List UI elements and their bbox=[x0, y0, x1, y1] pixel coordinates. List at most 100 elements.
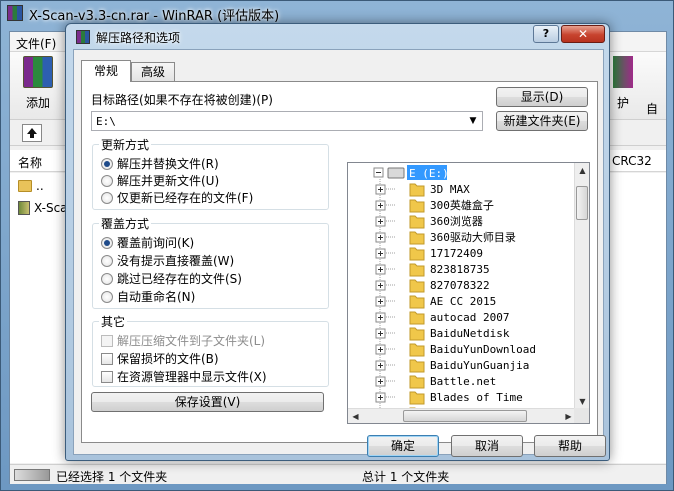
tree-item-label[interactable]: 360浏览器 bbox=[430, 214, 483, 228]
up-folder-button[interactable] bbox=[22, 124, 42, 142]
list-item[interactable]: .. bbox=[18, 177, 44, 195]
dialog-title: 解压路径和选项 bbox=[96, 31, 181, 45]
archive-icon bbox=[18, 201, 30, 215]
column-name[interactable]: 名称 bbox=[18, 154, 42, 171]
dialog-help-button[interactable]: ? bbox=[533, 25, 559, 43]
new-folder-button[interactable]: 新建文件夹(E) bbox=[496, 111, 588, 131]
tree-item-label[interactable]: BaiduYunGuanjia bbox=[430, 359, 529, 372]
radio-button[interactable] bbox=[101, 290, 113, 303]
tree-item-label[interactable]: AE CC 2015 bbox=[430, 295, 496, 308]
tree-item-label[interactable]: BaiduNetdisk bbox=[430, 327, 510, 340]
tree-item-label[interactable]: autocad 2007 bbox=[430, 311, 509, 324]
tree-item-label[interactable]: Battle.net bbox=[430, 375, 496, 388]
option-label: 自动重命名(N) bbox=[117, 290, 196, 304]
protect-button[interactable]: 护 bbox=[610, 56, 636, 116]
checkbox-extract-to-subfolder[interactable]: 解压压缩文件到子文件夹(L) bbox=[101, 332, 265, 349]
vertical-scroll-thumb[interactable] bbox=[576, 186, 588, 220]
option-label: 解压并替换文件(R) bbox=[117, 157, 219, 171]
radio-extract-update[interactable]: 解压并更新文件(U) bbox=[101, 172, 219, 189]
tab-panel-general: 目标路径(如果不存在将被创建)(P) ▼ 显示(D) 新建文件夹(E) 更新方式… bbox=[81, 81, 598, 443]
radio-extract-replace[interactable]: 解压并替换文件(R) bbox=[101, 155, 219, 172]
radio-overwrite-without-prompt[interactable]: 没有提示直接覆盖(W) bbox=[101, 252, 234, 269]
tree-item-label[interactable]: 823818735 bbox=[430, 263, 490, 276]
folder-icon bbox=[409, 359, 425, 373]
folder-icon bbox=[409, 215, 425, 229]
folder-icon bbox=[409, 375, 425, 389]
ok-button[interactable]: 确定 bbox=[367, 435, 439, 457]
main-window-title: X-Scan-v3.3-cn.rar - WinRAR (评估版本) bbox=[29, 9, 280, 24]
add-button[interactable]: 添加 bbox=[16, 56, 60, 116]
radio-button[interactable] bbox=[101, 236, 113, 249]
tree-item-label[interactable]: 3D MAX bbox=[430, 183, 470, 196]
checkbox[interactable] bbox=[101, 334, 113, 347]
folder-icon bbox=[409, 231, 425, 245]
folder-icon bbox=[409, 343, 425, 357]
tree-item-label[interactable]: Blades of Time bbox=[430, 391, 523, 404]
self-extract-button[interactable]: 自 bbox=[640, 56, 664, 116]
folder-icon bbox=[409, 279, 425, 293]
misc-options-title: 其它 bbox=[99, 313, 128, 330]
radio-button[interactable] bbox=[101, 174, 113, 187]
folder-tree[interactable]: E (E:) 3D MAX 300英雄盒子 360浏览器 360驱动大师目录 171724… bbox=[347, 162, 590, 424]
tree-vertical-scrollbar[interactable]: ▲ ▼ bbox=[574, 163, 589, 409]
dialog-close-button[interactable]: ✕ bbox=[561, 25, 605, 43]
show-button[interactable]: 显示(D) bbox=[496, 87, 588, 107]
option-label: 保留损坏的文件(B) bbox=[117, 352, 219, 366]
option-label: 在资源管理器中显示文件(X) bbox=[117, 370, 267, 384]
option-label: 解压并更新文件(U) bbox=[117, 174, 220, 188]
tree-item-label[interactable]: 300英雄盒子 bbox=[430, 198, 494, 212]
radio-button[interactable] bbox=[101, 157, 113, 170]
folder-icon bbox=[409, 199, 425, 213]
folder-icon bbox=[409, 295, 425, 309]
update-mode-group: 更新方式 解压并替换文件(R) 解压并更新文件(U) 仅更新已经存在的文件(F) bbox=[92, 136, 329, 210]
folder-icon bbox=[409, 327, 425, 341]
winrar-books-icon bbox=[23, 56, 53, 88]
tree-item-label[interactable]: 17172409 bbox=[430, 247, 483, 260]
checkbox-show-in-explorer[interactable]: 在资源管理器中显示文件(X) bbox=[101, 368, 267, 385]
scroll-corner bbox=[574, 408, 589, 423]
scroll-down-icon[interactable]: ▼ bbox=[575, 394, 589, 409]
drive-key-icon bbox=[14, 469, 50, 481]
tree-item-label[interactable]: BaiduYunDownload bbox=[430, 343, 536, 356]
chevron-down-icon[interactable]: ▼ bbox=[464, 112, 482, 130]
add-button-label: 添加 bbox=[25, 96, 50, 110]
checkbox-keep-broken-files[interactable]: 保留损坏的文件(B) bbox=[101, 350, 219, 367]
up-arrow-icon bbox=[27, 128, 37, 138]
scroll-up-icon[interactable]: ▲ bbox=[575, 163, 589, 178]
scroll-left-icon[interactable]: ◀ bbox=[348, 409, 363, 423]
self-extract-label: 自 bbox=[645, 102, 658, 116]
radio-ask-before-overwrite[interactable]: 覆盖前询问(K) bbox=[101, 234, 194, 251]
checkbox[interactable] bbox=[101, 352, 113, 365]
radio-update-existing[interactable]: 仅更新已经存在的文件(F) bbox=[101, 189, 253, 206]
winrar-app-icon bbox=[7, 5, 23, 21]
tree-root-label[interactable]: E (E:) bbox=[409, 167, 449, 180]
tab-advanced[interactable]: 高级 bbox=[131, 62, 175, 82]
radio-auto-rename[interactable]: 自动重命名(N) bbox=[101, 288, 195, 305]
folder-icon bbox=[18, 180, 32, 192]
tree-item-label[interactable]: 827078322 bbox=[430, 279, 490, 292]
cancel-button[interactable]: 取消 bbox=[451, 435, 523, 457]
folder-icon bbox=[409, 391, 425, 405]
menu-file[interactable]: 文件(F) bbox=[16, 35, 56, 52]
destination-path-combo[interactable]: ▼ bbox=[91, 111, 483, 131]
horizontal-scroll-thumb[interactable] bbox=[403, 410, 527, 422]
help-button[interactable]: 帮助 bbox=[534, 435, 606, 457]
column-crc32[interactable]: CRC32 bbox=[612, 154, 652, 168]
destination-path-input[interactable] bbox=[92, 112, 462, 130]
tree-item-label[interactable]: 360驱动大师目录 bbox=[430, 230, 516, 244]
radio-skip-existing[interactable]: 跳过已经存在的文件(S) bbox=[101, 270, 242, 287]
radio-button[interactable] bbox=[101, 191, 113, 204]
radio-button[interactable] bbox=[101, 254, 113, 267]
save-settings-button[interactable]: 保存设置(V) bbox=[91, 392, 324, 412]
list-item-name: .. bbox=[36, 179, 44, 193]
tab-general[interactable]: 常规 bbox=[81, 60, 131, 82]
folder-tree-canvas: E (E:) 3D MAX 300英雄盒子 360浏览器 360驱动大师目录 171724… bbox=[373, 165, 536, 409]
folder-icon bbox=[409, 183, 425, 197]
dialog-app-icon bbox=[76, 30, 90, 44]
drive-icon bbox=[387, 167, 405, 179]
radio-button[interactable] bbox=[101, 272, 113, 285]
tree-horizontal-scrollbar[interactable]: ◀ ▶ bbox=[348, 408, 576, 423]
checkbox[interactable] bbox=[101, 370, 113, 383]
update-mode-title: 更新方式 bbox=[99, 136, 152, 153]
status-bar: 已经选择 1 个文件夹 总计 1 个文件夹 bbox=[10, 464, 666, 484]
